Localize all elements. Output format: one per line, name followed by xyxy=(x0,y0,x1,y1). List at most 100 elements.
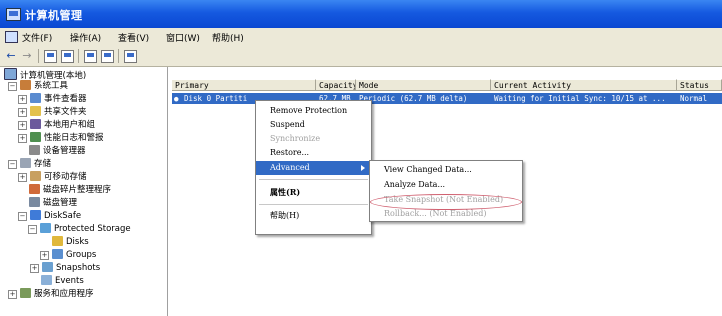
submenu-arrow-icon xyxy=(361,165,365,171)
menu-separator xyxy=(259,179,368,180)
disk-icon: ● xyxy=(174,94,179,103)
menu-item-analyze-data[interactable]: Analyze Data... xyxy=(370,178,522,192)
menu-item-view-changed-data[interactable]: View Changed Data... xyxy=(370,163,522,177)
column-header-mode[interactable]: Mode xyxy=(356,79,491,91)
expand-icon[interactable]: + xyxy=(18,134,27,143)
computer-management-icon xyxy=(6,8,21,21)
column-header-status[interactable]: Status xyxy=(677,79,722,91)
forward-icon[interactable]: → xyxy=(20,49,34,62)
toolbar: ← → xyxy=(0,46,722,67)
disks-icon xyxy=(52,236,63,246)
users-icon xyxy=(30,119,41,129)
menu-help[interactable]: 帮助(H) xyxy=(212,31,244,44)
menu-item-suspend[interactable]: Suspend xyxy=(256,118,371,132)
cell-mode: Periodic (62.7 MB delta) xyxy=(359,94,468,103)
advanced-submenu: View Changed Data... Analyze Data... Tak… xyxy=(369,160,523,222)
tree-node-snapshots[interactable]: + Snapshots xyxy=(30,262,100,274)
menu-file[interactable]: 文件(F) xyxy=(22,31,52,44)
console-tree: 计算机管理(本地) − 系统工具 + 事件查看器 + 共享文件夹 + 本地用户和组 + 性… xyxy=(0,67,168,316)
up-level-icon[interactable] xyxy=(44,50,57,63)
tree-node-label: 服务和应用程序 xyxy=(34,289,94,299)
tree-node-defrag[interactable]: 磁盘碎片整理程序 xyxy=(29,184,111,196)
tree-node-label: 系统工具 xyxy=(34,81,69,91)
menu-item-advanced[interactable]: Advanced xyxy=(256,161,371,175)
tree-node-event-viewer[interactable]: + 事件查看器 xyxy=(18,93,87,105)
expand-icon[interactable]: + xyxy=(18,173,27,182)
event-viewer-icon xyxy=(30,93,41,103)
device-manager-icon xyxy=(29,145,40,155)
menu-item-remove-protection[interactable]: Remove Protection xyxy=(256,104,371,118)
tree-node-groups[interactable]: + Groups xyxy=(40,249,96,261)
menu-window[interactable]: 窗口(W) xyxy=(166,31,200,44)
tree-node-label: 可移动存储 xyxy=(44,172,87,182)
properties-icon[interactable] xyxy=(84,50,97,63)
tree-node-shared-folders[interactable]: + 共享文件夹 xyxy=(18,106,87,118)
tree-node-label: Protected Storage xyxy=(54,224,131,234)
export-list-icon[interactable] xyxy=(101,50,114,63)
tree-node-device-manager[interactable]: 设备管理器 xyxy=(29,145,86,157)
expand-icon[interactable]: + xyxy=(30,264,39,273)
collapse-icon[interactable]: − xyxy=(8,160,17,169)
column-header-primary[interactable]: Primary xyxy=(172,79,316,91)
tree-node-disk-management[interactable]: 磁盘管理 xyxy=(29,197,77,209)
column-header-activity[interactable]: Current Activity xyxy=(491,79,677,91)
snapshots-icon xyxy=(42,262,53,272)
expand-icon[interactable]: + xyxy=(18,108,27,117)
tree-node-removable-storage[interactable]: + 可移动存储 xyxy=(18,171,87,183)
expand-icon[interactable]: + xyxy=(18,121,27,130)
back-icon[interactable]: ← xyxy=(4,49,18,62)
storage-icon xyxy=(20,158,31,168)
toolbar-separator xyxy=(38,49,39,63)
column-header-capacity[interactable]: Capacity xyxy=(316,79,356,91)
menu-separator xyxy=(259,204,368,205)
defrag-icon xyxy=(29,184,40,194)
collapse-icon[interactable]: − xyxy=(8,82,17,91)
toolbar-separator xyxy=(118,49,119,63)
show-hide-tree-icon[interactable] xyxy=(61,50,74,63)
window-title: 计算机管理 xyxy=(25,9,83,22)
tree-node-perf-logs[interactable]: + 性能日志和警报 xyxy=(18,132,104,144)
menu-item-properties[interactable]: 属性(R) xyxy=(256,185,371,199)
performance-icon xyxy=(30,132,41,142)
collapse-icon[interactable]: − xyxy=(18,212,27,221)
tree-node-label: 磁盘管理 xyxy=(43,198,78,208)
toolbar-separator xyxy=(78,49,79,63)
tree-node-storage[interactable]: − 存储 xyxy=(8,158,51,170)
tree-node-label: 事件查看器 xyxy=(44,94,87,104)
toolbox-icon xyxy=(20,80,31,90)
menu-item-restore[interactable]: Restore... xyxy=(256,146,371,160)
cell-status: Normal xyxy=(680,94,708,103)
tree-node-system-tools[interactable]: − 系统工具 xyxy=(8,80,68,92)
tree-node-label: Groups xyxy=(66,250,97,260)
help-icon[interactable] xyxy=(124,50,137,63)
menu-bar: 文件(F) 操作(A) 查看(V) 窗口(W) 帮助(H) xyxy=(0,28,722,46)
menu-view[interactable]: 查看(V) xyxy=(118,31,149,44)
tree-node-label: 本地用户和组 xyxy=(44,120,96,130)
tree-node-label: 磁盘碎片整理程序 xyxy=(43,185,112,195)
menu-item-label: Advanced xyxy=(270,163,310,172)
tree-node-events[interactable]: Events xyxy=(41,275,84,287)
menu-item-help[interactable]: 帮助(H) xyxy=(256,209,371,223)
tree-node-disksafe[interactable]: − DiskSafe xyxy=(18,210,81,222)
expand-icon[interactable]: + xyxy=(18,95,27,104)
system-menu-icon[interactable] xyxy=(5,31,18,43)
expand-icon[interactable]: + xyxy=(8,290,17,299)
collapse-icon[interactable]: − xyxy=(28,225,37,234)
protected-storage-icon xyxy=(40,223,51,233)
expand-icon[interactable]: + xyxy=(40,251,49,260)
tree-node-label: Snapshots xyxy=(56,263,101,273)
services-icon xyxy=(20,288,31,298)
tree-node-protected-storage[interactable]: − Protected Storage xyxy=(28,223,131,235)
tree-node-local-users[interactable]: + 本地用户和组 xyxy=(18,119,95,131)
title-bar: 计算机管理 xyxy=(0,0,722,28)
tree-node-label: Disks xyxy=(66,237,89,247)
tree-node-root[interactable]: 计算机管理(本地) xyxy=(4,68,86,81)
tree-node-disks[interactable]: Disks xyxy=(52,236,89,248)
highlight-annotation xyxy=(370,194,522,210)
menu-action[interactable]: 操作(A) xyxy=(70,31,101,44)
tree-node-label: 共享文件夹 xyxy=(44,107,87,117)
tree-node-label: DiskSafe xyxy=(44,211,82,221)
cell-activity: Waiting for Initial Sync: 10/15 at ... xyxy=(494,94,666,103)
tree-node-label: 性能日志和警报 xyxy=(44,133,104,143)
tree-node-services-apps[interactable]: + 服务和应用程序 xyxy=(8,288,94,300)
